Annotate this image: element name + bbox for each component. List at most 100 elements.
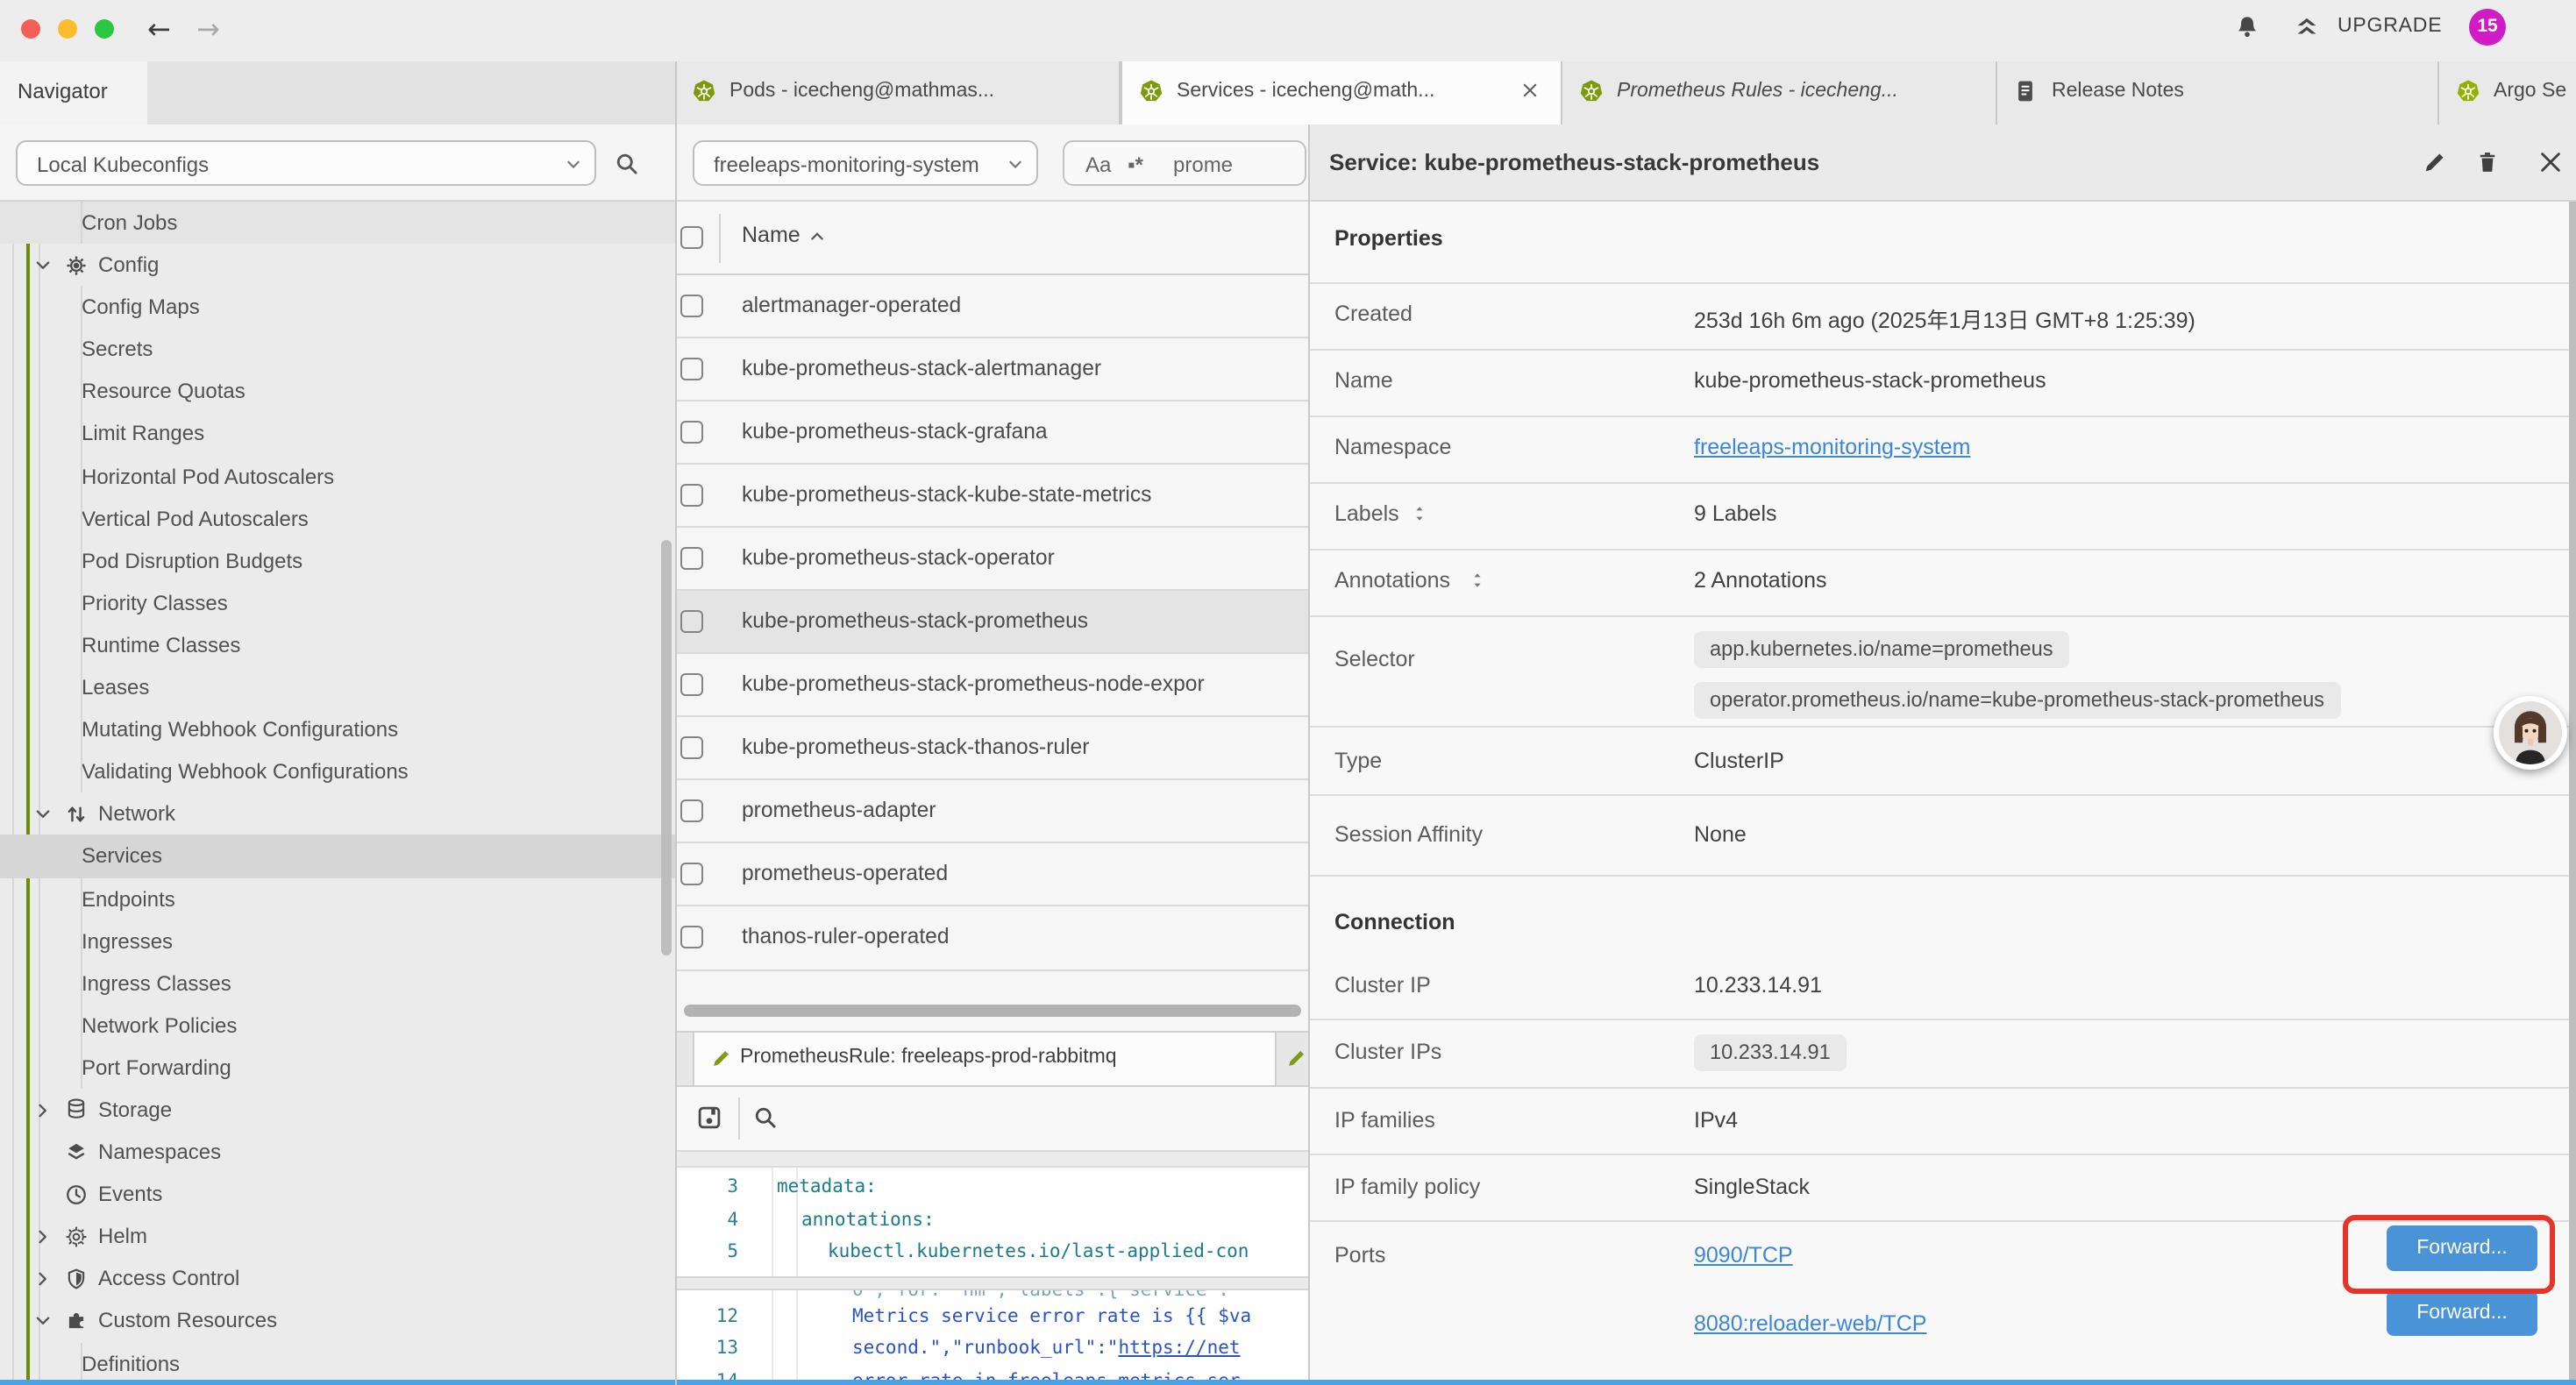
sidebar-item-custom-resources[interactable]: Custom Resources <box>0 1300 675 1342</box>
chevron-right-icon[interactable] <box>33 1228 53 1247</box>
search-icon[interactable] <box>614 151 640 177</box>
column-header-name[interactable]: Name <box>742 223 801 247</box>
sidebar-item-endpoints[interactable]: Endpoints <box>0 877 675 920</box>
table-row[interactable]: kube-prometheus-stack-thanos-ruler <box>677 717 1308 780</box>
port-link-9090[interactable]: 9090/TCP <box>1694 1243 1793 1268</box>
navigator-panel-tab[interactable]: Navigator <box>0 61 147 124</box>
back-icon[interactable]: ← <box>147 9 171 51</box>
sidebar-item-config-maps[interactable]: Config Maps <box>0 286 675 328</box>
chevron-down-icon[interactable] <box>33 1312 53 1332</box>
port-link-8080[interactable]: 8080:reloader-web/TCP <box>1694 1311 1926 1336</box>
sidebar-item-vertical-pod-autoscalers[interactable]: Vertical Pod Autoscalers <box>0 497 675 539</box>
row-checkbox[interactable] <box>680 673 703 696</box>
chevron-down-icon[interactable] <box>33 256 53 275</box>
table-row[interactable]: alertmanager-operated <box>677 274 1308 337</box>
horizontal-scrollbar[interactable] <box>684 1005 1301 1017</box>
dock-tab-prometheusrule[interactable]: PrometheusRule: freeleaps-prod-rabbitmq <box>693 1033 1277 1085</box>
upgrade-button[interactable]: UPGRADE <box>2338 16 2442 37</box>
trash-icon[interactable] <box>2474 149 2501 175</box>
match-case-toggle[interactable]: Aa <box>1085 153 1111 177</box>
tab-argo[interactable]: Argo Se <box>2439 61 2576 124</box>
forward-icon[interactable]: → <box>196 9 220 51</box>
sidebar-item-events[interactable]: Events <box>0 1173 675 1215</box>
sidebar-item-storage[interactable]: Storage <box>0 1089 675 1131</box>
yaml-editor[interactable]: 3metadata: 4annotations: 5kubectl.kubern… <box>677 1168 1308 1380</box>
row-checkbox[interactable] <box>680 547 703 570</box>
tab-prometheus-rules[interactable]: Prometheus Rules - icecheng... <box>1562 61 1997 124</box>
search-input[interactable]: Aa ▪* prome <box>1063 140 1306 186</box>
row-checkbox[interactable] <box>680 927 703 949</box>
row-checkbox[interactable] <box>680 484 703 507</box>
row-checkbox[interactable] <box>680 863 703 886</box>
table-row[interactable]: prometheus-adapter <box>677 781 1308 844</box>
row-checkbox[interactable] <box>680 610 703 633</box>
dock-tab-partial[interactable] <box>1275 1033 1308 1085</box>
table-row[interactable]: kube-prometheus-stack-prometheus-node-ex… <box>677 654 1308 717</box>
tab-pods[interactable]: Pods - icecheng@mathmas... <box>675 61 1121 124</box>
tab-services[interactable]: Services - icecheng@math... <box>1121 61 1562 126</box>
sidebar-item-ingresses[interactable]: Ingresses <box>0 920 675 962</box>
window-maximize-light[interactable] <box>95 18 114 38</box>
row-checkbox[interactable] <box>680 800 703 823</box>
table-row[interactable]: kube-prometheus-stack-prometheus <box>677 591 1308 654</box>
sidebar-item-access-control[interactable]: Access Control <box>0 1258 675 1300</box>
url-link[interactable]: https://net <box>1118 1338 1240 1359</box>
sidebar-item-resource-quotas[interactable]: Resource Quotas <box>0 371 675 413</box>
chevron-right-icon[interactable] <box>33 1101 53 1120</box>
search-icon[interactable] <box>752 1104 779 1131</box>
row-checkbox[interactable] <box>680 357 703 380</box>
sidebar-scrollbar[interactable] <box>661 540 672 955</box>
sidebar-item-network[interactable]: Network <box>0 793 675 835</box>
sidebar-item-definitions[interactable]: Definitions <box>0 1342 675 1380</box>
sidebar-item-mutating-webhook-configurations[interactable]: Mutating Webhook Configurations <box>0 708 675 750</box>
table-row[interactable]: kube-prometheus-stack-alertmanager <box>677 337 1308 401</box>
table-row[interactable]: kube-prometheus-stack-grafana <box>677 401 1308 464</box>
chevron-down-icon[interactable] <box>33 806 53 825</box>
sidebar-item-config[interactable]: Config <box>0 244 675 286</box>
close-icon[interactable] <box>1520 81 1540 100</box>
pencil-icon[interactable] <box>2422 149 2448 175</box>
select-all-checkbox[interactable] <box>680 226 703 249</box>
upgrade-icon[interactable] <box>2292 14 2322 40</box>
row-checkbox[interactable] <box>680 420 703 443</box>
table-row[interactable]: kube-prometheus-stack-operator <box>677 528 1308 591</box>
tab-release-notes[interactable]: Release Notes <box>1997 61 2439 124</box>
sidebar-item-cron-jobs[interactable]: Cron Jobs <box>0 202 675 244</box>
regex-toggle[interactable]: ▪* <box>1128 153 1143 177</box>
sidebar-item-pod-disruption-budgets[interactable]: Pod Disruption Budgets <box>0 540 675 582</box>
kubeconfig-select[interactable]: Local Kubeconfigs <box>16 140 596 186</box>
sidebar-item-helm[interactable]: Helm <box>0 1216 675 1258</box>
row-checkbox[interactable] <box>680 736 703 759</box>
namespace-link[interactable]: freeleaps-monitoring-system <box>1694 435 1970 459</box>
sidebar-item-validating-webhook-configurations[interactable]: Validating Webhook Configurations <box>0 750 675 792</box>
close-icon[interactable] <box>2537 149 2564 175</box>
sidebar-item-priority-classes[interactable]: Priority Classes <box>0 582 675 624</box>
sidebar-item-namespaces[interactable]: Namespaces <box>0 1131 675 1173</box>
sidebar-item-services[interactable]: Services <box>0 835 675 877</box>
sidebar-item-limit-ranges[interactable]: Limit Ranges <box>0 413 675 455</box>
expand-toggle-icon[interactable] <box>1468 570 1487 591</box>
chevron-right-icon[interactable] <box>33 1270 53 1289</box>
forward-button[interactable]: Forward... <box>2387 1290 2537 1336</box>
fold-divider[interactable] <box>677 1276 1308 1290</box>
sidebar-item-leases[interactable]: Leases <box>0 666 675 708</box>
sort-caret[interactable] <box>808 228 826 245</box>
assistant-avatar[interactable] <box>2494 695 2567 769</box>
row-checkbox[interactable] <box>680 294 703 316</box>
window-minimize-light[interactable] <box>58 18 77 38</box>
notification-count-badge[interactable]: 15 <box>2469 8 2506 45</box>
sidebar-item-horizontal-pod-autoscalers[interactable]: Horizontal Pod Autoscalers <box>0 455 675 497</box>
editor-scroll-strip[interactable] <box>677 1150 1308 1168</box>
save-icon[interactable] <box>696 1104 722 1131</box>
sidebar-item-ingress-classes[interactable]: Ingress Classes <box>0 962 675 1004</box>
namespace-select[interactable]: freeleaps-monitoring-system <box>693 140 1038 186</box>
table-row[interactable]: kube-prometheus-stack-kube-state-metrics <box>677 465 1308 528</box>
window-close-light[interactable] <box>21 18 40 38</box>
drawer-scrollbar[interactable] <box>2568 202 2576 1380</box>
bell-icon[interactable] <box>2234 14 2260 40</box>
sidebar-item-secrets[interactable]: Secrets <box>0 329 675 371</box>
table-row[interactable]: prometheus-operated <box>677 844 1308 907</box>
sidebar-item-port-forwarding[interactable]: Port Forwarding <box>0 1047 675 1089</box>
sidebar-item-runtime-classes[interactable]: Runtime Classes <box>0 624 675 666</box>
table-row[interactable]: thanos-ruler-operated <box>677 907 1308 970</box>
